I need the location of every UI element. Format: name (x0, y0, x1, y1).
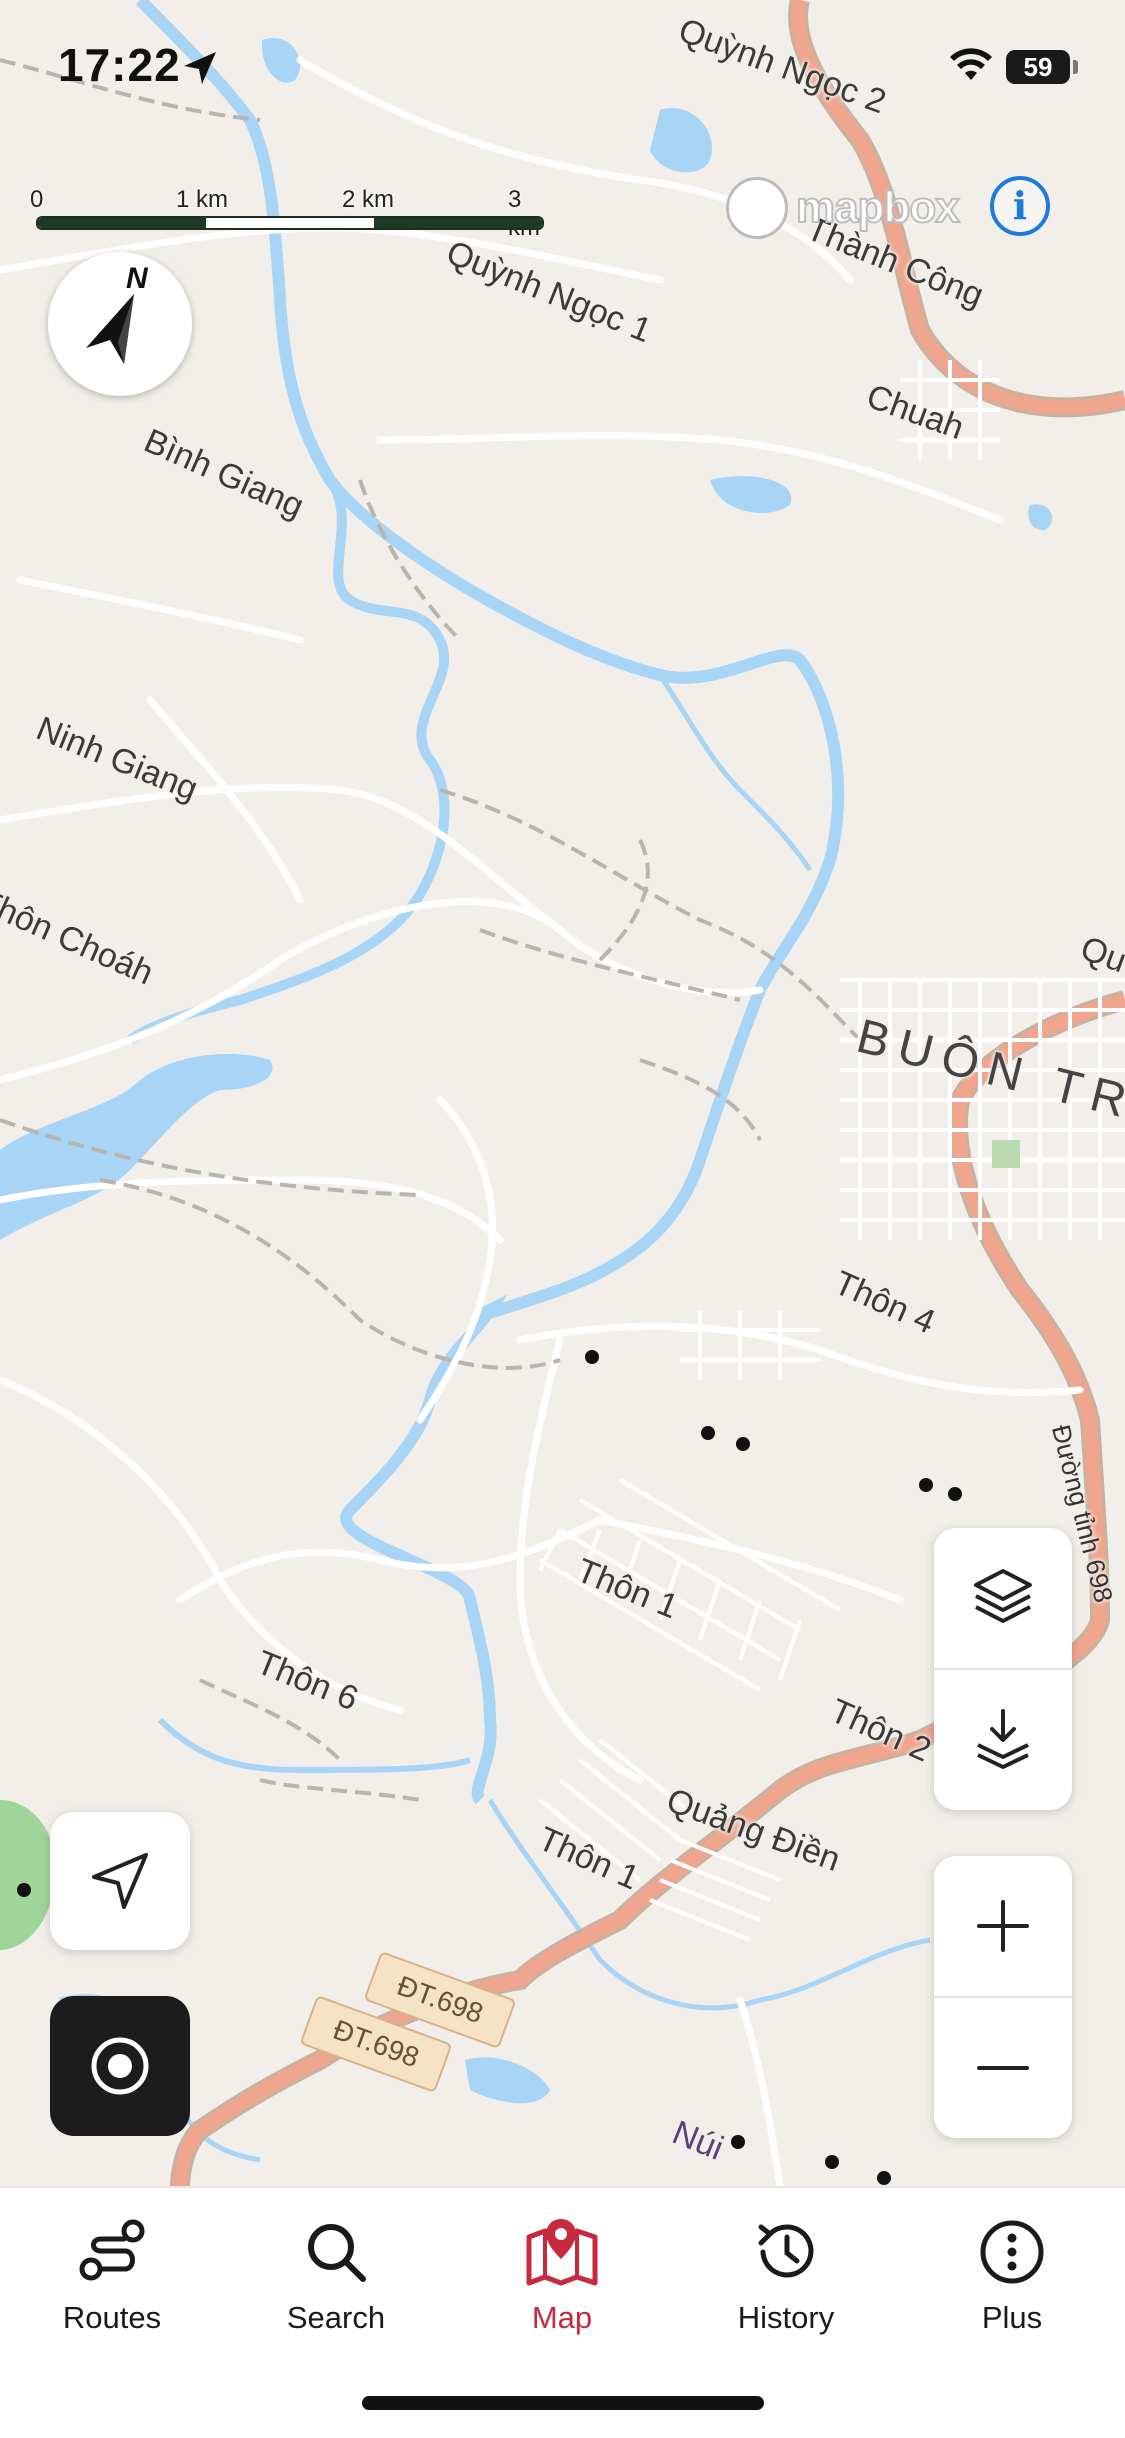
minus-icon (977, 2066, 1029, 2070)
locate-me-button[interactable] (50, 1812, 190, 1950)
tab-routes[interactable]: Routes (12, 2212, 212, 2352)
tab-label: Routes (62, 2300, 162, 2335)
tab-label: Search (286, 2300, 386, 2335)
plus-icon (977, 1900, 1029, 1952)
tab-search[interactable]: Search (236, 2212, 436, 2352)
compass-north-label: N (126, 262, 148, 295)
zoom-in-button[interactable] (934, 1856, 1072, 1996)
battery-indicator: 59 (1006, 50, 1070, 84)
zoom-controls (934, 1856, 1072, 2138)
offline-download-button[interactable] (934, 1670, 1072, 1810)
record-track-button[interactable] (50, 1996, 190, 2136)
compass-needle-icon (86, 294, 134, 364)
scale-track (36, 216, 544, 230)
more-icon (980, 2220, 1044, 2284)
mapbox-logo: mapbox (726, 177, 961, 239)
routes-icon (79, 2219, 145, 2281)
layers-icon (974, 1569, 1032, 1623)
scale-label: 0 (30, 186, 44, 213)
history-icon (758, 2224, 814, 2278)
tab-label: History (737, 2300, 835, 2335)
location-arrow-icon (180, 48, 220, 93)
scale-label: 2 km (342, 186, 395, 213)
download-layers-icon (977, 1709, 1029, 1769)
mapbox-wordmark: mapbox (795, 182, 961, 233)
status-bar: 17:22 59 (0, 0, 1125, 130)
home-indicator (362, 2396, 764, 2410)
map-icon (526, 2219, 598, 2286)
tab-label: Map (531, 2300, 593, 2335)
scale-label: 1 km (176, 186, 229, 213)
map-tools-group (934, 1528, 1072, 1810)
battery-tip (1073, 60, 1078, 74)
layers-button[interactable] (934, 1528, 1072, 1668)
mapbox-mark-icon (726, 177, 788, 239)
wifi-icon (948, 46, 994, 87)
tab-history[interactable]: History (686, 2212, 886, 2352)
navigation-arrow-icon (92, 1853, 148, 1909)
tab-label: Plus (981, 2300, 1043, 2335)
zoom-out-button[interactable] (934, 1998, 1072, 2138)
attribution-info-button[interactable]: i (990, 176, 1050, 236)
compass-button[interactable]: N (48, 252, 192, 396)
record-icon (91, 2037, 149, 2095)
scale-label: 3 km (508, 186, 540, 241)
tab-plus[interactable]: Plus (912, 2212, 1112, 2352)
status-time: 17:22 (58, 39, 181, 91)
scale-bar: 0 1 km 2 km 3 km (30, 182, 550, 241)
search-icon (308, 2224, 366, 2282)
tab-map[interactable]: Map (462, 2212, 662, 2352)
